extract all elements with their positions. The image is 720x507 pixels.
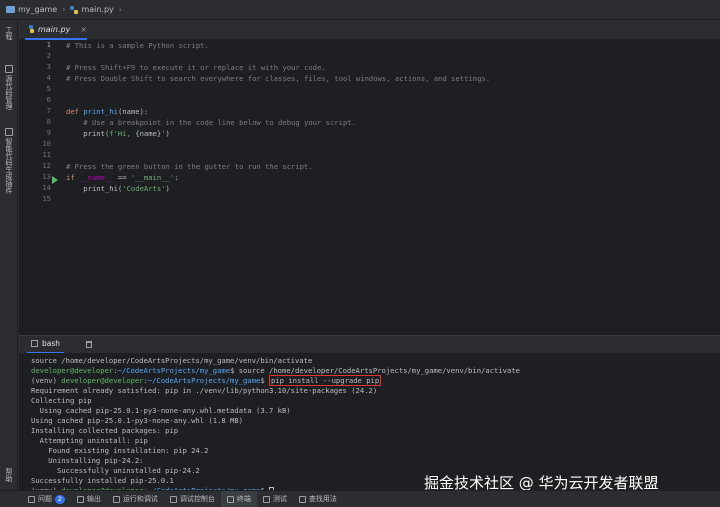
code-generation-icon	[5, 128, 13, 136]
line-number: 2	[46, 51, 51, 60]
sidebar-item-source-control-label: 源代码管理	[5, 75, 13, 110]
line-number: 6	[46, 95, 51, 104]
terminal-line: Requirement already satisfied: pip in ./…	[31, 386, 378, 395]
highlighted-command: pip install --upgrade pip	[269, 375, 382, 386]
sidebar-item-project[interactable]: 工程	[2, 26, 16, 40]
line-number: 5	[46, 84, 51, 93]
terminal-header: bash	[19, 335, 720, 354]
chevron-right-icon: ›	[62, 5, 66, 14]
close-icon[interactable]: ×	[80, 25, 87, 34]
code-line-1: # This is a sample Python script.	[66, 41, 209, 50]
bottom-item-label: 终端	[236, 495, 251, 503]
problems-icon	[28, 495, 35, 503]
python-file-icon	[29, 25, 34, 33]
test-icon	[262, 495, 270, 503]
bottom-tool-bar: 问题 2 输出 运行和调试 调试控制台 终端 测试 查找用法	[0, 490, 720, 507]
terminal-line: Using cached pip-25.0.1-py3-none-any.whl…	[31, 406, 291, 415]
line-number: 11	[42, 150, 51, 159]
editor-tab-bar: main.py ×	[19, 20, 720, 40]
sidebar-item-project-label: 工程	[5, 26, 13, 40]
bottom-item-label: 测试	[272, 495, 287, 503]
output-icon	[76, 495, 84, 503]
terminal-line: Successfully installed pip-25.0.1	[31, 476, 174, 485]
bottom-item-label: 运行和调试	[122, 495, 158, 503]
code-line-7: def print_hi(name):	[66, 107, 149, 116]
chevron-right-icon: ›	[118, 5, 122, 14]
terminal-line: Successfully uninstalled pip-24.2	[31, 466, 200, 475]
terminal-line: Collecting pip	[31, 396, 92, 405]
code-line-8: # Use a breakpoint in the code line belo…	[66, 118, 356, 127]
terminal-line: (venv) developer@developer:~/CodeArtsPro…	[31, 375, 382, 386]
code-line-13: if __name__ == '__main__':	[66, 173, 179, 182]
bottom-item-label: 查找用法	[308, 495, 337, 503]
breadcrumb-project[interactable]: my_game	[6, 5, 57, 14]
code-line-9: print(f'Hi, {name}')	[66, 129, 170, 138]
line-number-gutter: 1 2 3 4 5 6 7 8 9 10 11 12 13 14 15	[19, 40, 61, 335]
code-line-4: # Press Double Shift to search everywher…	[66, 74, 491, 83]
left-tool-sidebar: 工程 源代码管理 智能代码生成插件 帮助	[0, 20, 18, 490]
bottom-item-terminal[interactable]: 终端	[220, 490, 257, 507]
bottom-item-problems[interactable]: 问题 2	[22, 491, 71, 507]
terminal-line: Using cached pip-25.0.1-py3-none-any.whl…	[31, 416, 244, 425]
line-number: 12	[42, 161, 51, 170]
line-number: 8	[46, 117, 51, 126]
bottom-item-find-usages[interactable]: 查找用法	[293, 491, 343, 507]
tab-main-py[interactable]: main.py ×	[25, 20, 87, 40]
code-line-14: print_hi('CodeArts')	[66, 184, 170, 193]
bottom-item-test[interactable]: 测试	[257, 491, 293, 507]
find-usages-icon	[298, 495, 306, 503]
code-editor[interactable]: 1 2 3 4 5 6 7 8 9 10 11 12 13 14 15 # This is a sample…	[19, 40, 720, 335]
line-number: 9	[46, 128, 51, 137]
sidebar-item-code-generation-label: 智能代码生成插件	[5, 138, 13, 194]
breadcrumb: my_game › main.py ›	[0, 0, 720, 20]
terminal-line: Uninstalling pip-24.2:	[31, 456, 144, 465]
line-number: 1	[46, 40, 51, 49]
bottom-item-output[interactable]: 输出	[71, 491, 107, 507]
line-number: 7	[46, 106, 51, 115]
terminal-output[interactable]: source /home/developer/CodeArtsProjects/…	[19, 353, 720, 495]
line-number: 10	[42, 139, 51, 148]
trash-icon[interactable]	[86, 341, 93, 348]
source-control-icon	[5, 65, 13, 73]
bottom-item-label: 问题	[38, 495, 52, 503]
tab-bash[interactable]: bash	[27, 336, 65, 354]
sidebar-item-help-label: 帮助	[5, 468, 13, 482]
debug-console-icon	[169, 495, 177, 503]
line-number: 13	[42, 172, 51, 181]
code-line-3: # Press Shift+F9 to execute it or replac…	[66, 63, 326, 72]
bottom-item-label: 调试控制台	[179, 495, 215, 503]
run-gutter-icon[interactable]	[52, 176, 58, 184]
sidebar-item-source-control[interactable]: 源代码管理	[2, 65, 16, 110]
sidebar-item-help[interactable]: 帮助	[2, 468, 16, 482]
folder-icon	[6, 6, 15, 13]
terminal-icon	[31, 340, 38, 347]
terminal-line: Found existing installation: pip 24.2	[31, 446, 209, 455]
breadcrumb-file-label: main.py	[81, 5, 114, 14]
terminal-line: Installing collected packages: pip	[31, 426, 179, 435]
line-number: 3	[46, 62, 51, 71]
bottom-item-label: 输出	[86, 495, 101, 503]
terminal-line: Attempting uninstall: pip	[31, 436, 148, 445]
tab-label: main.py	[37, 24, 71, 34]
breadcrumb-project-label: my_game	[18, 5, 58, 14]
python-file-icon	[70, 5, 79, 14]
run-debug-icon	[112, 495, 120, 503]
terminal-icon	[226, 495, 234, 503]
line-number: 15	[42, 194, 51, 203]
line-number: 14	[42, 183, 51, 192]
line-number: 4	[46, 73, 51, 82]
terminal-tab-label: bash	[42, 339, 61, 348]
bottom-item-debug-console[interactable]: 调试控制台	[164, 491, 221, 507]
problems-count-badge: 2	[55, 494, 65, 504]
code-line-12: # Press the green button in the gutter t…	[66, 162, 313, 171]
breadcrumb-file[interactable]: main.py	[70, 5, 114, 14]
sidebar-item-code-generation[interactable]: 智能代码生成插件	[2, 128, 16, 194]
bottom-item-run-debug[interactable]: 运行和调试	[107, 491, 164, 507]
terminal-line: source /home/developer/CodeArtsProjects/…	[31, 356, 313, 365]
